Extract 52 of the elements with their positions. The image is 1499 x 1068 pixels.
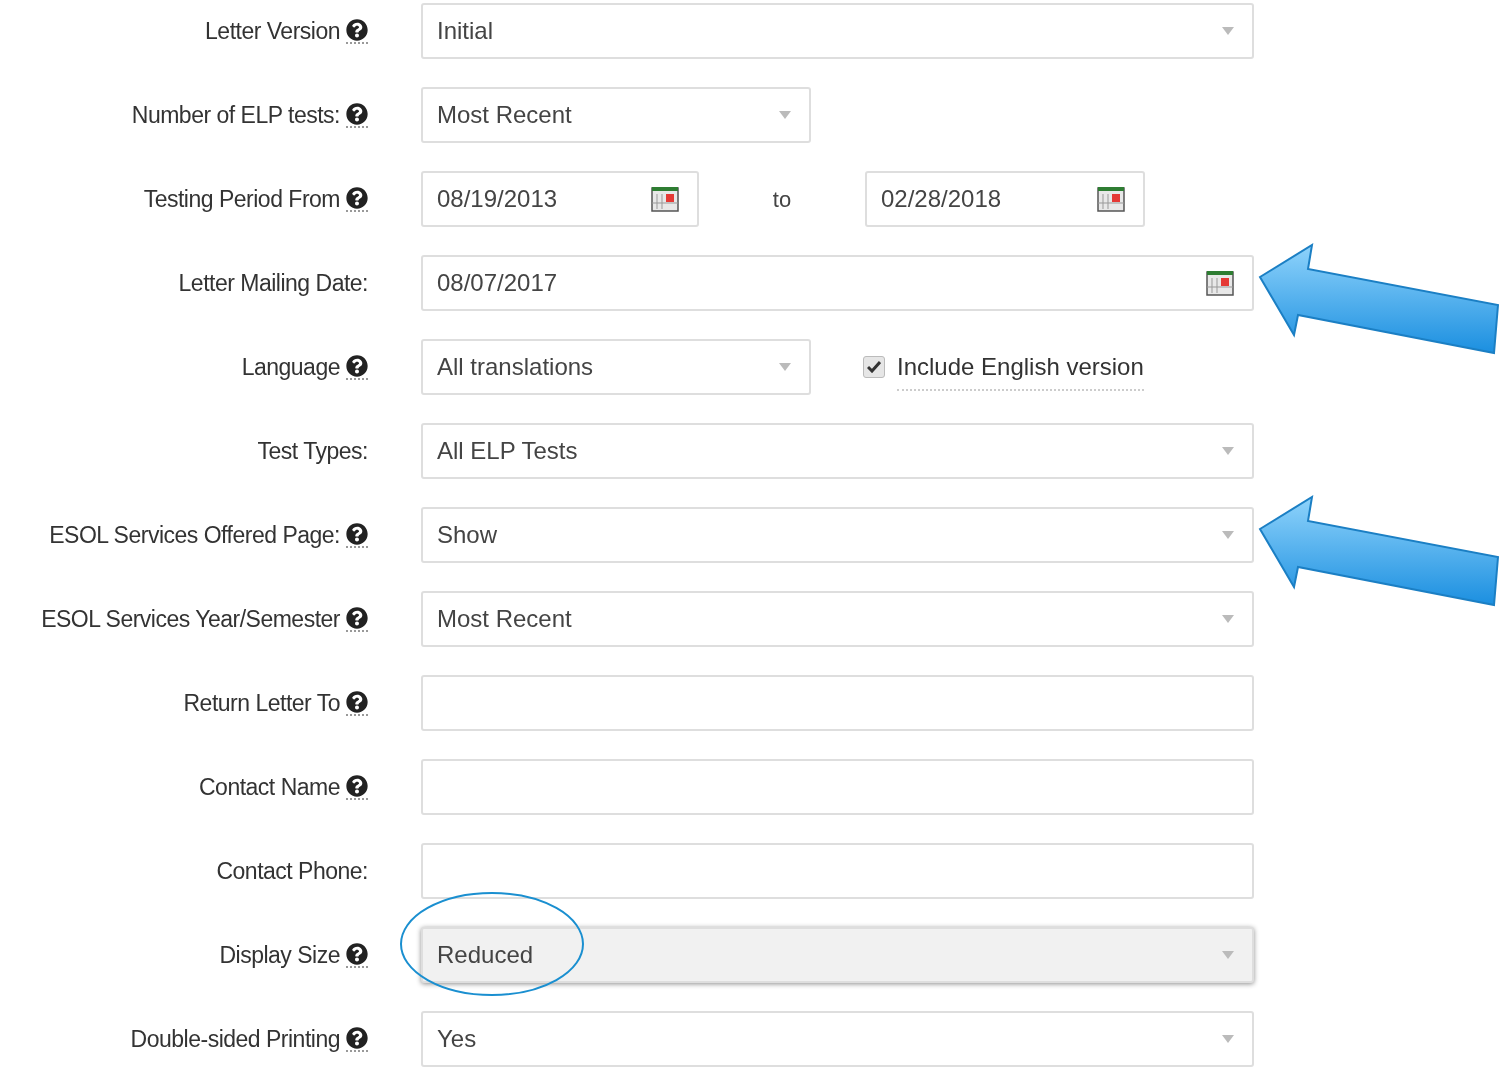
help-icon[interactable] bbox=[346, 18, 368, 44]
field-label: ESOL Services Year/Semester bbox=[41, 604, 340, 634]
field-label: Contact Phone: bbox=[216, 856, 368, 886]
help-icon[interactable] bbox=[346, 606, 368, 632]
checkbox-label[interactable]: Include English version bbox=[897, 349, 1144, 391]
help-icon[interactable] bbox=[346, 774, 368, 800]
help-icon[interactable] bbox=[346, 186, 368, 212]
field-label: ESOL Services Offered Page: bbox=[49, 520, 340, 550]
text-field[interactable] bbox=[421, 759, 1254, 815]
field-label: Display Size bbox=[219, 940, 340, 970]
help-icon[interactable] bbox=[346, 690, 368, 716]
field-label: Letter Mailing Date: bbox=[178, 268, 368, 298]
help-icon[interactable] bbox=[346, 102, 368, 128]
help-icon[interactable] bbox=[346, 1026, 368, 1052]
field-label: Double-sided Printing bbox=[130, 1024, 340, 1054]
caret-icon bbox=[1222, 531, 1234, 539]
date-field[interactable]: 02/28/2018 bbox=[865, 171, 1145, 227]
dropdown[interactable]: Yes bbox=[421, 1011, 1254, 1067]
caret-icon bbox=[1222, 615, 1234, 623]
field-label: Language bbox=[241, 352, 340, 382]
calendar-icon bbox=[651, 186, 679, 212]
dropdown[interactable]: Reduced bbox=[421, 927, 1254, 983]
dropdown[interactable]: Most Recent bbox=[421, 87, 811, 143]
field-label: Testing Period From bbox=[143, 184, 340, 214]
checkmark-icon bbox=[867, 361, 881, 373]
field-label: Number of ELP tests: bbox=[131, 100, 340, 130]
calendar-icon bbox=[1097, 186, 1125, 212]
caret-icon bbox=[779, 363, 791, 371]
field-label: Return Letter To bbox=[183, 688, 340, 718]
caret-icon bbox=[779, 111, 791, 119]
checkbox[interactable] bbox=[863, 356, 885, 378]
help-icon[interactable] bbox=[346, 354, 368, 380]
caret-icon bbox=[1222, 951, 1234, 959]
dropdown[interactable]: Most Recent bbox=[421, 591, 1254, 647]
date-field[interactable]: 08/19/2013 bbox=[421, 171, 699, 227]
date-field[interactable]: 08/07/2017 bbox=[421, 255, 1254, 311]
field-label: Contact Name bbox=[199, 772, 340, 802]
dropdown[interactable]: Show bbox=[421, 507, 1254, 563]
field-label: Test Types: bbox=[257, 436, 368, 466]
help-icon[interactable] bbox=[346, 942, 368, 968]
caret-icon bbox=[1222, 1035, 1234, 1043]
dropdown[interactable]: All ELP Tests bbox=[421, 423, 1254, 479]
help-icon[interactable] bbox=[346, 522, 368, 548]
calendar-icon bbox=[1206, 270, 1234, 296]
caret-icon bbox=[1222, 27, 1234, 35]
field-label: Letter Version bbox=[205, 16, 340, 46]
text-field[interactable] bbox=[421, 843, 1254, 899]
dropdown[interactable]: Initial bbox=[421, 3, 1254, 59]
dropdown[interactable]: All translations bbox=[421, 339, 811, 395]
range-separator: to bbox=[771, 185, 793, 214]
text-field[interactable] bbox=[421, 675, 1254, 731]
caret-icon bbox=[1222, 447, 1234, 455]
